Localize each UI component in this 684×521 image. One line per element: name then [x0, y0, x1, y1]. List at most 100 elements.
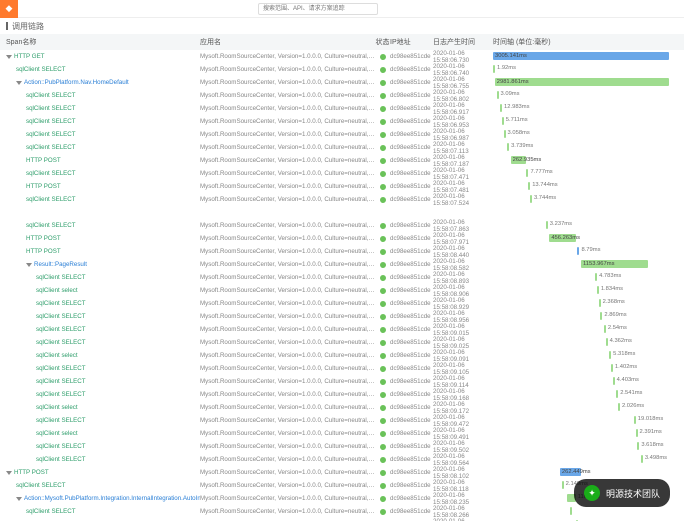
table-row[interactable]: sqlClient selectMysoft.RoomSourceCenter,… [0, 284, 684, 297]
span-name-cell[interactable]: Result::PageResult [0, 261, 200, 268]
caret-down-icon[interactable] [6, 55, 12, 59]
caret-down-icon[interactable] [6, 471, 12, 475]
span-name: sqlClient SELECT [26, 118, 76, 125]
span-name-cell[interactable]: sqlClient select [0, 430, 200, 437]
span-name-cell[interactable]: sqlClient SELECT [0, 144, 200, 151]
app-name: Mysoft.RoomSourceCenter, Version=1.0.0.0… [200, 313, 375, 320]
table-row[interactable]: sqlClient selectMysoft.RoomSourceCenter,… [0, 427, 684, 440]
table-row[interactable]: sqlClient SELECTMysoft.RoomSourceCenter,… [0, 453, 684, 466]
status-ok-icon [380, 197, 386, 203]
table-row[interactable]: HTTP POSTMysoft.RoomSourceCenter, Versio… [0, 232, 684, 245]
ip-value: dc98ee851cde [390, 105, 433, 112]
span-name-cell[interactable]: sqlClient SELECT [0, 313, 200, 320]
span-name-cell[interactable]: sqlClient SELECT [0, 456, 200, 463]
status-cell [375, 301, 390, 307]
timeline-cell: 1.834ms [493, 286, 684, 295]
timeline-cell: 3.618ms [493, 442, 684, 451]
table-row[interactable]: sqlClient SELECTMysoft.RoomSourceCenter,… [0, 414, 684, 427]
table-row[interactable]: sqlClient SELECTMysoft.RoomSourceCenter,… [0, 193, 684, 206]
table-row[interactable]: HTTP POSTMysoft.RoomSourceCenter, Versio… [0, 180, 684, 193]
span-name-cell[interactable]: HTTP POST [0, 183, 200, 190]
span-name-cell[interactable]: sqlClient SELECT [0, 170, 200, 177]
table-row[interactable]: sqlClient SELECTMysoft.RoomSourceCenter,… [0, 336, 684, 349]
ip-value: dc98ee851cde [390, 469, 433, 476]
status-ok-icon [380, 184, 386, 190]
span-name-cell[interactable]: sqlClient select [0, 287, 200, 294]
span-name-cell[interactable]: sqlClient SELECT [0, 131, 200, 138]
table-row[interactable]: sqlClient SELECTMysoft.RoomSourceCenter,… [0, 297, 684, 310]
table-row[interactable]: HTTP GETMysoft.RoomSourceCenter, Version… [0, 50, 684, 63]
table-row[interactable]: HTTP POSTMysoft.RoomSourceCenter, Versio… [0, 245, 684, 258]
span-name-cell[interactable]: sqlClient SELECT [0, 391, 200, 398]
table-row[interactable]: sqlClient SELECTMysoft.RoomSourceCenter,… [0, 63, 684, 76]
table-row[interactable]: sqlClient SELECTMysoft.RoomSourceCenter,… [0, 388, 684, 401]
span-name-cell[interactable]: sqlClient SELECT [0, 508, 200, 515]
table-row[interactable]: sqlClient SELECTMysoft.RoomSourceCenter,… [0, 102, 684, 115]
caret-down-icon[interactable] [26, 263, 32, 267]
span-name-cell[interactable]: sqlClient SELECT [0, 417, 200, 424]
span-name-cell[interactable]: HTTP POST [0, 235, 200, 242]
table-row[interactable]: sqlClient SELECTMysoft.RoomSourceCenter,… [0, 362, 684, 375]
span-name-cell[interactable]: sqlClient SELECT [0, 92, 200, 99]
table-row[interactable]: Result::PageResultMysoft.RoomSourceCente… [0, 258, 684, 271]
span-name-cell[interactable]: HTTP POST [0, 248, 200, 255]
table-row[interactable]: Action::PubPlatform.Nav.HomeDefaultMysof… [0, 76, 684, 89]
span-name-cell[interactable]: HTTP POST [0, 157, 200, 164]
span-name-cell[interactable]: sqlClient SELECT [0, 105, 200, 112]
span-name-cell[interactable]: sqlClient SELECT [0, 222, 200, 229]
span-name: sqlClient SELECT [26, 508, 76, 515]
table-row[interactable]: sqlClient SELECTMysoft.RoomSourceCenter,… [0, 440, 684, 453]
table-row[interactable]: sqlClient SELECTMysoft.RoomSourceCenter,… [0, 310, 684, 323]
table-row[interactable]: sqlClient SELECTMysoft.RoomSourceCenter,… [0, 375, 684, 388]
caret-down-icon[interactable] [16, 497, 22, 501]
span-name-cell[interactable]: sqlClient SELECT [0, 443, 200, 450]
timestamp: 2020-01-06 15:58:09.105 [433, 362, 493, 376]
span-name-cell[interactable]: Action::PubPlatform.Nav.HomeDefault [0, 79, 200, 86]
table-row[interactable]: sqlClient SELECTMysoft.RoomSourceCenter,… [0, 167, 684, 180]
status-cell [375, 470, 390, 476]
span-name-cell[interactable]: sqlClient SELECT [0, 196, 200, 203]
span-name-cell[interactable]: sqlClient SELECT [0, 274, 200, 281]
search-input[interactable] [258, 3, 378, 15]
span-name-cell[interactable]: sqlClient SELECT [0, 339, 200, 346]
caret-down-icon[interactable] [16, 81, 22, 85]
table-row[interactable]: sqlClient SELECTMysoft.RoomSourceCenter,… [0, 271, 684, 284]
table-row[interactable]: sqlClient SELECTMysoft.RoomSourceCenter,… [0, 323, 684, 336]
span-name-cell[interactable]: sqlClient SELECT [0, 482, 200, 489]
status-cell [375, 132, 390, 138]
span-name-cell[interactable]: sqlClient SELECT [0, 365, 200, 372]
span-name-cell[interactable]: Action::Mysoft.PubPlatform.Integration.I… [0, 495, 200, 502]
span-name-cell[interactable]: sqlClient SELECT [0, 118, 200, 125]
span-name-cell[interactable]: sqlClient SELECT [0, 378, 200, 385]
timestamp: 2020-01-06 15:58:07.113 [433, 141, 493, 155]
table-row[interactable]: sqlClient selectMysoft.RoomSourceCenter,… [0, 349, 684, 362]
span-name-cell[interactable]: HTTP POST [0, 469, 200, 476]
span-name-cell[interactable]: sqlClient select [0, 404, 200, 411]
ip-value: dc98ee851cde [390, 287, 433, 294]
span-name-cell[interactable]: sqlClient SELECT [0, 66, 200, 73]
span-name: HTTP POST [26, 157, 61, 164]
status-cell [375, 158, 390, 164]
duration-tick [500, 104, 502, 112]
brand-logo[interactable]: ◆ [0, 0, 18, 18]
table-row[interactable]: HTTP POSTMysoft.RoomSourceCenter, Versio… [0, 154, 684, 167]
duration-tick [613, 377, 615, 385]
table-row[interactable]: HTTP POSTMysoft.RoomSourceCenter, Versio… [0, 466, 684, 479]
table-row[interactable]: sqlClient SELECTMysoft.RoomSourceCenter,… [0, 219, 684, 232]
table-row[interactable]: sqlClient SELECTMysoft.RoomSourceCenter,… [0, 115, 684, 128]
table-row[interactable]: sqlClient SELECTMysoft.RoomSourceCenter,… [0, 128, 684, 141]
app-name: Mysoft.RoomSourceCenter, Version=1.0.0.0… [200, 456, 375, 463]
table-row[interactable]: sqlClient SELECTMysoft.RoomSourceCenter,… [0, 141, 684, 154]
timestamp: 2020-01-06 15:58:07.481 [433, 180, 493, 194]
app-name: Mysoft.RoomSourceCenter, Version=1.0.0.0… [200, 170, 375, 177]
span-name-cell[interactable]: HTTP GET [0, 53, 200, 60]
table-row[interactable]: sqlClient SELECTMysoft.RoomSourceCenter,… [0, 505, 684, 518]
table-header: Span名称 应用名 状态 IP地址 日志产生时间 时间轴 (单位:毫秒) [0, 34, 684, 50]
timestamp: 2020-01-06 15:58:07.471 [433, 167, 493, 181]
timeline-cell: 3.498ms [493, 455, 684, 464]
span-name-cell[interactable]: sqlClient SELECT [0, 300, 200, 307]
table-row[interactable]: sqlClient SELECTMysoft.RoomSourceCenter,… [0, 89, 684, 102]
span-name-cell[interactable]: sqlClient select [0, 352, 200, 359]
table-row[interactable]: sqlClient selectMysoft.RoomSourceCenter,… [0, 401, 684, 414]
span-name-cell[interactable]: sqlClient SELECT [0, 326, 200, 333]
